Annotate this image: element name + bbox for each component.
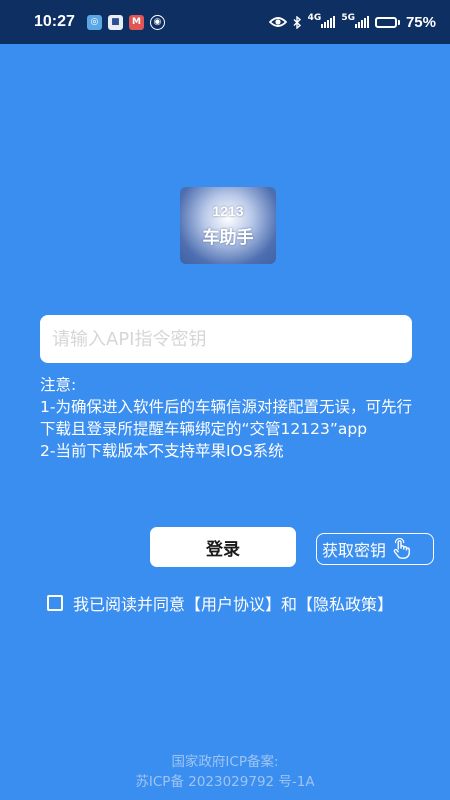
agreement-prefix: 我已阅读并同意: [73, 595, 186, 614]
agreement-checkbox[interactable]: [47, 595, 63, 611]
notification-app-icon-3: M: [128, 14, 144, 30]
notice-line-2: 2-当前下载版本不支持苹果IOS系统: [40, 442, 284, 460]
bluetooth-icon: [293, 15, 301, 29]
status-bar-right: 4G 5G 75%: [268, 13, 436, 31]
get-key-button[interactable]: 获取密钥: [316, 533, 434, 565]
status-bar: 10:27 ◎ ■ M ◉ 4G 5G 75%: [0, 0, 450, 44]
login-button[interactable]: 登录: [150, 527, 296, 567]
notification-app-icon-2: ■: [107, 14, 123, 30]
notice-text: 注意: 1-为确保进入软件后的车辆信源对接配置无误，可先行下载且登录所提醒车辆绑…: [40, 374, 420, 462]
logo-number: 1213: [212, 203, 244, 219]
api-key-input[interactable]: [40, 315, 412, 363]
notice-title: 注意:: [40, 376, 77, 394]
notice-line-1: 1-为确保进入软件后的车辆信源对接配置无误，可先行下载且登录所提醒车辆绑定的“交…: [40, 398, 412, 438]
battery-icon: [374, 16, 400, 28]
status-bar-left: 10:27 ◎ ■ M ◉: [34, 13, 165, 31]
get-key-label: 获取密钥: [322, 541, 387, 560]
app-logo: 1213 车助手: [180, 187, 276, 264]
privacy-policy-link[interactable]: 【隐私政策】: [297, 595, 393, 614]
agreement-text: 我已阅读并同意【用户协议】和【隐私政策】: [73, 591, 393, 615]
notification-app-icon-4: ◉: [149, 14, 165, 30]
signal-icon: 4G: [308, 13, 336, 28]
signal-icon-2: 5G: [341, 13, 369, 28]
agreement-conjunction: 和: [281, 595, 298, 614]
hand-pointer-icon: [393, 538, 410, 559]
battery-percent: 75%: [405, 13, 436, 31]
notification-app-icon: ◎: [86, 14, 102, 30]
user-agreement-link[interactable]: 【用户协议】: [185, 595, 281, 614]
icp-label: 国家政府ICP备案:: [171, 754, 279, 770]
agreement-row: 我已阅读并同意【用户协议】和【隐私政策】: [47, 591, 393, 615]
eye-icon: [268, 17, 287, 27]
logo-title: 车助手: [202, 228, 254, 248]
clock: 10:27: [34, 13, 75, 30]
icp-number: 苏ICP备 2023029792 号-1A: [135, 774, 315, 790]
icp-footer: 国家政府ICP备案: 苏ICP备 2023029792 号-1A: [0, 752, 450, 792]
